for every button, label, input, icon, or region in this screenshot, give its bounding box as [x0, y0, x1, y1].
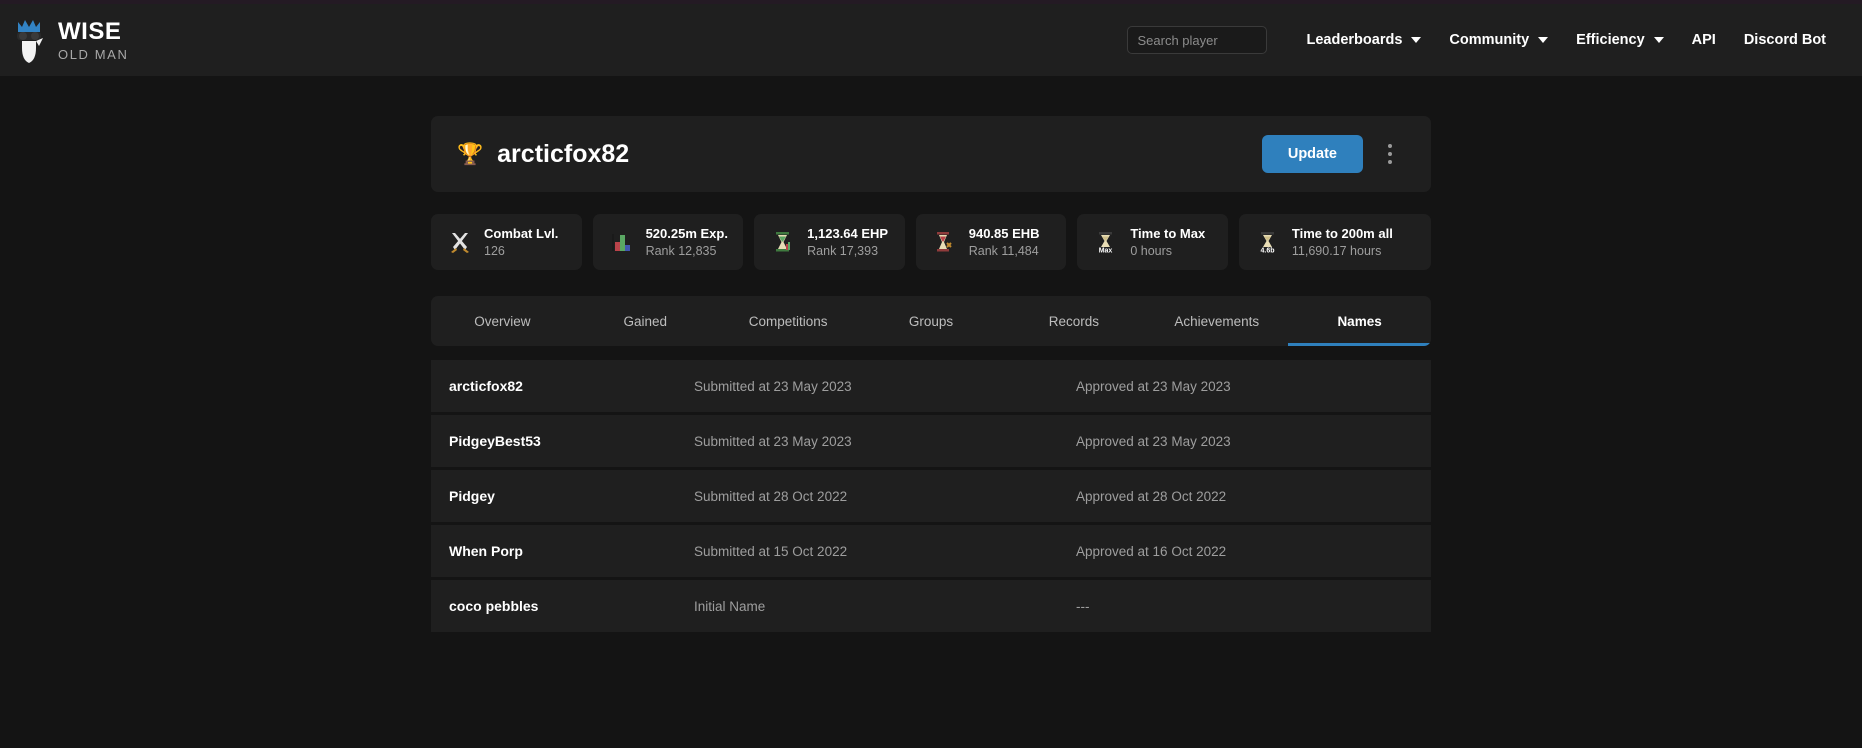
- row-submitted: Initial Name: [694, 598, 766, 614]
- player-actions: Update: [1261, 135, 1403, 173]
- row-approved: ---: [1076, 598, 1090, 614]
- row-approved: Approved at 28 Oct 2022: [1076, 488, 1227, 504]
- tab-label: Gained: [623, 313, 668, 329]
- row-name: Pidgey: [449, 488, 495, 504]
- nav-item-discord-bot[interactable]: Discord Bot: [1730, 24, 1840, 56]
- svg-text:Max: Max: [1099, 248, 1113, 255]
- name-changes-list: arcticfox82 Submitted at 23 May 2023 App…: [431, 360, 1431, 632]
- row-submitted: Submitted at 28 Oct 2022: [694, 488, 848, 504]
- table-row[interactable]: PidgeyBest53 Submitted at 23 May 2023 Ap…: [431, 415, 1431, 467]
- tab-competitions[interactable]: Competitions: [717, 296, 860, 346]
- stat-card-ehb: 940.85 EHB Rank 11,484: [915, 214, 1067, 270]
- brand-title: WISE: [58, 17, 122, 45]
- stat-card-ehp: 1,123.64 EHP Rank 17,393: [754, 214, 905, 270]
- stat-subtitle: 0 hours: [1130, 244, 1173, 258]
- nav-item-efficiency[interactable]: Efficiency: [1562, 24, 1678, 56]
- tab-names[interactable]: Names: [1288, 296, 1431, 346]
- tab-overview[interactable]: Overview: [431, 296, 574, 346]
- tab-gained[interactable]: Gained: [574, 296, 717, 346]
- crossed-swords-icon: [447, 229, 473, 255]
- nav-item-leaderboards[interactable]: Leaderboards: [1293, 24, 1436, 56]
- tab-label: Groups: [908, 313, 954, 329]
- stat-title: 520.25m Exp.: [645, 226, 728, 241]
- row-name: arcticfox82: [449, 378, 523, 394]
- stat-title: Time to 200m all: [1291, 226, 1393, 241]
- chevron-down-icon: [1538, 37, 1549, 43]
- wise-old-man-logo-icon: [12, 16, 46, 64]
- stat-card-combat-level: Combat Lvl. 126: [431, 214, 582, 270]
- hourglass-red-icon: [932, 229, 958, 255]
- top-navigation-bar: WISE OLD MAN Leaderboards Community Effi…: [0, 4, 1862, 76]
- brand-subtitle: OLD MAN: [58, 46, 129, 62]
- nav-label: Leaderboards: [1306, 32, 1403, 48]
- stat-card-time-to-200m-all: 4.6b Time to 200m all 11,690.17 hours: [1238, 214, 1431, 270]
- tab-label: Names: [1337, 313, 1382, 329]
- stat-title: Combat Lvl.: [484, 226, 559, 241]
- stat-subtitle: 126: [484, 244, 505, 258]
- stat-title: Time to Max: [1130, 226, 1206, 241]
- hourglass-green-icon: [770, 229, 796, 255]
- row-submitted: Submitted at 23 May 2023: [694, 378, 852, 394]
- tab-label: Records: [1048, 313, 1099, 329]
- hourglass-200m-icon: 4.6b: [1255, 229, 1281, 255]
- trophy-icon: 🏆: [457, 142, 484, 166]
- stat-title: 1,123.64 EHP: [807, 226, 889, 241]
- table-row[interactable]: Pidgey Submitted at 28 Oct 2022 Approved…: [431, 470, 1431, 522]
- update-button[interactable]: Update: [1261, 135, 1363, 173]
- stat-subtitle: 11,690.17 hours: [1291, 244, 1382, 258]
- nav-item-community[interactable]: Community: [1435, 24, 1562, 56]
- table-row[interactable]: coco pebbles Initial Name ---: [431, 580, 1431, 632]
- stat-card-time-to-max: Max Time to Max 0 hours: [1077, 214, 1228, 270]
- tab-label: Competitions: [748, 313, 828, 329]
- bar-chart-icon: [609, 229, 635, 255]
- nav-label: Efficiency: [1576, 32, 1645, 48]
- tab-label: Overview: [474, 313, 531, 329]
- row-name: When Porp: [449, 543, 523, 559]
- chevron-down-icon: [1653, 37, 1664, 43]
- row-submitted: Submitted at 23 May 2023: [694, 433, 852, 449]
- row-approved: Approved at 16 Oct 2022: [1076, 543, 1227, 559]
- nav-label: API: [1691, 32, 1716, 48]
- content-container: 🏆 arcticfox82 Update Combat Lvl. 126 520…: [431, 116, 1431, 632]
- row-approved: Approved at 23 May 2023: [1076, 433, 1231, 449]
- hourglass-max-icon: Max: [1093, 229, 1119, 255]
- nav-item-api[interactable]: API: [1678, 24, 1730, 56]
- page-body: 🏆 arcticfox82 Update Combat Lvl. 126 520…: [0, 76, 1862, 632]
- stat-subtitle: Rank 11,484: [968, 244, 1039, 258]
- kebab-menu-icon[interactable]: [1377, 139, 1403, 169]
- tab-label: Achievements: [1174, 313, 1260, 329]
- table-row[interactable]: arcticfox82 Submitted at 23 May 2023 App…: [431, 360, 1431, 412]
- page-title: arcticfox82: [497, 139, 630, 168]
- player-header-card: 🏆 arcticfox82 Update: [431, 116, 1431, 192]
- row-name: PidgeyBest53: [449, 433, 541, 449]
- nav-label: Discord Bot: [1743, 32, 1826, 48]
- profile-tabs: Overview Gained Competitions Groups Reco…: [431, 296, 1431, 346]
- nav-right-group: Leaderboards Community Efficiency API Di…: [1126, 24, 1841, 56]
- table-row[interactable]: When Porp Submitted at 15 Oct 2022 Appro…: [431, 525, 1431, 577]
- stat-title: 940.85 EHB: [968, 226, 1040, 241]
- player-identity: 🏆 arcticfox82: [457, 140, 629, 169]
- brand-logo[interactable]: WISE OLD MAN: [12, 16, 128, 64]
- stat-subtitle: Rank 17,393: [807, 244, 879, 258]
- row-name: coco pebbles: [449, 598, 539, 614]
- stat-subtitle: Rank 12,835: [645, 244, 717, 258]
- nav-label: Community: [1449, 32, 1530, 48]
- tab-records[interactable]: Records: [1002, 296, 1145, 346]
- row-approved: Approved at 23 May 2023: [1076, 378, 1231, 394]
- tab-achievements[interactable]: Achievements: [1145, 296, 1288, 346]
- stat-card-experience: 520.25m Exp. Rank 12,835: [592, 214, 744, 270]
- row-submitted: Submitted at 15 Oct 2022: [694, 543, 848, 559]
- chevron-down-icon: [1411, 37, 1422, 43]
- stats-row: Combat Lvl. 126 520.25m Exp. Rank 12,835: [431, 214, 1431, 270]
- tab-groups[interactable]: Groups: [860, 296, 1003, 346]
- svg-text:4.6b: 4.6b: [1260, 248, 1274, 255]
- search-input[interactable]: [1126, 26, 1267, 54]
